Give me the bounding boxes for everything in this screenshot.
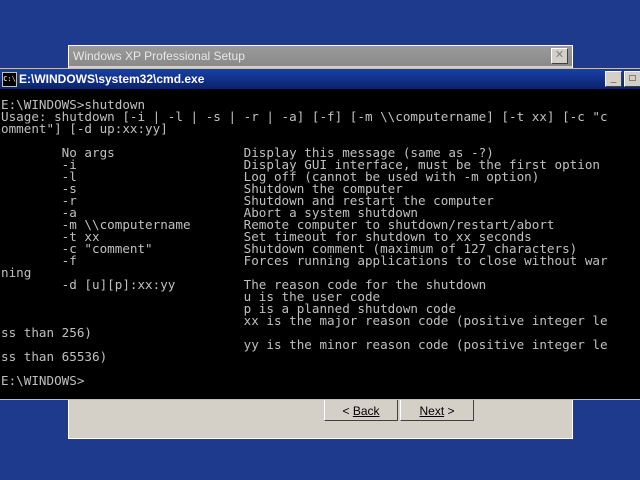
next-button[interactable]: Next > xyxy=(400,399,474,421)
back-button-label: Back xyxy=(352,404,380,418)
cmd-title-bar[interactable]: C:\ E:\WINDOWS\system32\cmd.exe _ □ xyxy=(0,69,640,89)
console-line: ss than 65536) xyxy=(1,349,108,364)
back-button[interactable]: < Back xyxy=(324,399,398,421)
console-line: xx is the major reason code (positive in… xyxy=(1,313,608,328)
setup-title-bar: Windows XP Professional Setup ✕ xyxy=(69,46,572,66)
close-icon[interactable]: ✕ xyxy=(551,48,568,64)
console-line: -f Forces running applications to close … xyxy=(1,253,608,268)
console-line: omment"] [-d up:xx:yy] xyxy=(1,121,168,136)
console-line: E:\WINDOWS> xyxy=(1,373,85,388)
maximize-icon[interactable]: □ xyxy=(624,71,640,87)
cmd-icon[interactable]: C:\ xyxy=(2,72,17,87)
setup-title: Windows XP Professional Setup xyxy=(73,49,245,63)
minimize-icon[interactable]: _ xyxy=(605,71,622,87)
cmd-title: E:\WINDOWS\system32\cmd.exe xyxy=(19,72,205,86)
console-output[interactable]: E:\WINDOWS>shutdown Usage: shutdown [-i |… xyxy=(1,99,640,399)
cmd-window[interactable]: C:\ E:\WINDOWS\system32\cmd.exe _ □ E:\WI… xyxy=(0,68,640,400)
next-button-label: Next xyxy=(419,404,445,418)
window-controls: _ □ xyxy=(603,71,640,91)
